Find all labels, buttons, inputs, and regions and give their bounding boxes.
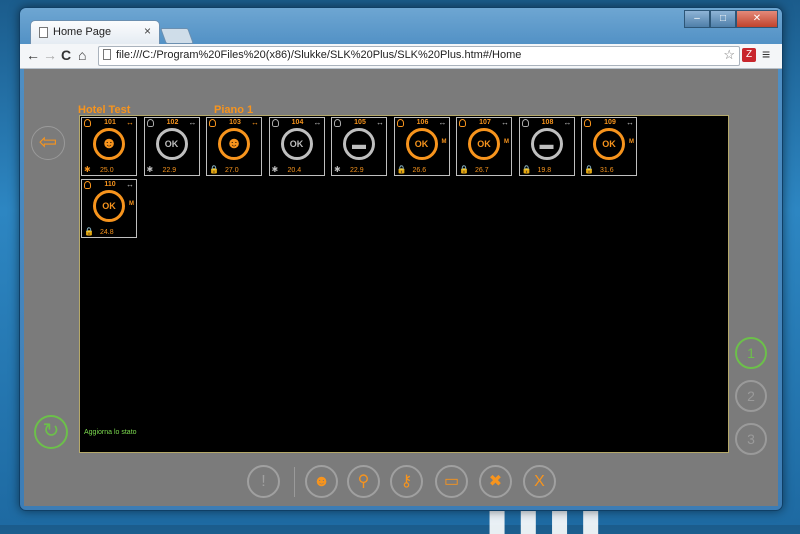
minimize-button[interactable]: – <box>684 10 710 28</box>
room-temperature: 22.9 <box>162 167 177 174</box>
door-arrows-icon: ↔ <box>501 118 509 127</box>
browser-toolbar: ← → C ⌂ file:///C:/Program%20Files%20(x8… <box>20 44 782 69</box>
address-bar[interactable]: file:///C:/Program%20Files%20(x86)/Slukk… <box>98 46 740 66</box>
browser-window: Home Page × – □ ✕ ← → C ⌂ file:///C:/Pro… <box>19 7 783 511</box>
room-temperature: 22.9 <box>350 167 364 174</box>
ok-status-icon: OK <box>593 128 625 160</box>
room-tile[interactable]: 106 ↔ OK M 🔒 26.6 <box>393 117 450 176</box>
room-temperature: 26.6 <box>412 167 427 174</box>
guest-present-icon: ☻ <box>218 128 250 160</box>
ok-status-icon: OK <box>280 128 313 160</box>
tools-button[interactable]: ✖ <box>479 465 512 498</box>
new-tab-button[interactable] <box>160 28 194 44</box>
bed-icon: ▬ <box>343 128 375 160</box>
room-tile[interactable]: 110 ↔ OK M 🔒 24.8 <box>81 179 137 238</box>
maid-marker-icon: M <box>504 139 509 145</box>
lock-icon: 🔒 <box>84 227 94 236</box>
page-1-button[interactable]: 1 <box>735 337 767 369</box>
room-tile[interactable]: 109 ↔ OK M 🔒 31.6 <box>581 117 637 176</box>
door-arrows-icon: ↔ <box>626 118 634 127</box>
room-tile[interactable]: 107 ↔ OK M 🔒 26.7 <box>456 117 512 176</box>
app-content: Hotel Test Piano 1 ⇦ 101 ↔ ☻ ✱ 25.0 102 ↔ OK ✱ 22… <box>24 69 778 506</box>
room-tile[interactable]: 104 ↔ OK ✱ 20.4 <box>268 117 325 176</box>
door-arrows-icon: ↔ <box>251 118 259 127</box>
maid-marker-icon: M <box>129 201 134 207</box>
extension-icon[interactable]: Z <box>742 48 756 62</box>
room-temperature: 19.8 <box>537 167 552 174</box>
room-tile[interactable]: 105 ↔ ▬ ✱ 22.9 <box>331 117 387 176</box>
page-3-button[interactable]: 3 <box>735 423 767 455</box>
menu-icon[interactable]: ≡ <box>762 46 770 62</box>
home-icon[interactable]: ⌂ <box>78 47 86 63</box>
ok-status-icon: OK <box>468 128 500 160</box>
close-button[interactable]: ✕ <box>736 10 778 28</box>
lock-icon: 🔒 <box>521 165 532 174</box>
refresh-label[interactable]: Aggiorna lo stato <box>84 429 137 436</box>
room-tile[interactable]: 103 ↔ ☻ 🔒 27.0 <box>206 117 262 176</box>
reload-icon[interactable]: C <box>61 47 71 63</box>
search-button[interactable]: ⚲ <box>347 465 380 498</box>
ok-status-icon: OK <box>155 128 188 160</box>
toolbar-divider <box>294 467 295 497</box>
lock-icon: 🔒 <box>396 165 407 174</box>
file-icon <box>103 49 111 60</box>
door-arrows-icon: ↔ <box>188 118 197 127</box>
guest-button[interactable]: ☻ <box>305 465 338 498</box>
cancel-button[interactable]: X <box>523 465 556 498</box>
door-arrows-icon: ↔ <box>563 118 572 127</box>
room-temperature: 27.0 <box>225 167 239 174</box>
alert-button[interactable]: ! <box>247 465 280 498</box>
lock-icon: 🔒 <box>209 165 219 174</box>
bed-icon: ▬ <box>530 128 563 160</box>
room-temperature: 20.4 <box>287 167 302 174</box>
lock-icon: 🔒 <box>459 165 469 174</box>
maid-marker-icon: M <box>629 139 634 145</box>
room-tile[interactable]: 102 ↔ OK ✱ 22.9 <box>143 117 200 176</box>
rooms-panel: 101 ↔ ☻ ✱ 25.0 102 ↔ OK ✱ 22.9 103 ↔ ☻ 🔒 27.0 104 ↔ OK ✱ 20… <box>79 115 729 453</box>
maid-marker-icon: M <box>441 139 447 145</box>
lock-icon: 🔒 <box>584 165 594 174</box>
room-temperature: 31.6 <box>600 167 614 174</box>
back-arrow-icon[interactable]: ⇦ <box>31 126 65 160</box>
door-arrows-icon: ↔ <box>313 118 322 127</box>
key-button[interactable]: ⚷ <box>390 465 423 498</box>
room-temperature: 25.0 <box>100 167 114 174</box>
fan-icon: ✱ <box>271 165 279 174</box>
ok-status-icon: OK <box>93 190 125 222</box>
forward-icon[interactable]: → <box>43 47 57 63</box>
bed-button[interactable]: ▭ <box>435 465 468 498</box>
refresh-icon[interactable]: ↻ <box>34 415 68 449</box>
window-controls: – □ ✕ <box>684 10 778 28</box>
page-icon <box>39 27 48 38</box>
url-text: file:///C:/Program%20Files%20(x86)/Slukk… <box>116 49 522 61</box>
tab-close-icon[interactable]: × <box>144 24 151 38</box>
room-temperature: 26.7 <box>475 167 489 174</box>
browser-tab[interactable]: Home Page × <box>30 20 160 45</box>
maximize-button[interactable]: □ <box>710 10 736 28</box>
guest-present-icon: ☻ <box>93 128 125 160</box>
fan-icon: ✱ <box>334 165 341 174</box>
ok-status-icon: OK <box>405 128 438 160</box>
fan-icon: ✱ <box>146 165 154 174</box>
room-temperature: 24.8 <box>100 229 114 236</box>
door-arrows-icon: ↔ <box>126 180 134 189</box>
door-arrows-icon: ↔ <box>126 118 134 127</box>
room-tile[interactable]: 101 ↔ ☻ ✱ 25.0 <box>81 117 137 176</box>
page-2-button[interactable]: 2 <box>735 380 767 412</box>
door-arrows-icon: ↔ <box>376 118 384 127</box>
tab-title: Home Page <box>53 26 112 38</box>
back-icon[interactable]: ← <box>26 47 40 63</box>
bookmark-star-icon[interactable]: ☆ <box>723 47 735 63</box>
room-tile[interactable]: 108 ↔ ▬ 🔒 19.8 <box>518 117 575 176</box>
door-arrows-icon: ↔ <box>438 118 447 127</box>
fan-icon: ✱ <box>84 165 91 174</box>
